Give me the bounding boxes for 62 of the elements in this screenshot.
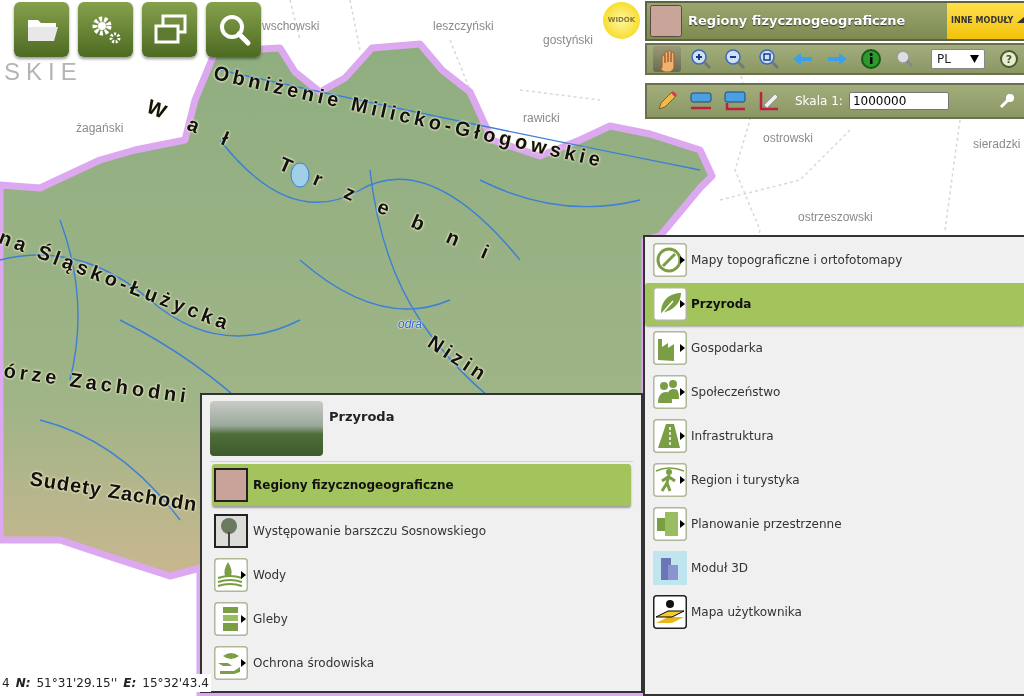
dropdown-arrow-icon [970, 55, 979, 63]
category-item[interactable]: Infrastruktura [645, 419, 1024, 453]
other-modules-button[interactable]: INNE MODUŁY [947, 3, 1024, 39]
layer-item[interactable]: Gleby [212, 602, 631, 636]
latitude-value: 51°31'29.15'' [36, 675, 118, 692]
county-label: leszczyński [433, 20, 494, 32]
province-label: SKIE [4, 60, 83, 84]
factory-icon [653, 331, 687, 365]
water-icon [214, 558, 248, 592]
zoom-out-icon [722, 46, 748, 72]
layer-item[interactable]: Występowanie barszczu Sosnowskiego [212, 514, 631, 548]
layers-icon [653, 595, 687, 629]
scale-field[interactable]: 1000000 [848, 92, 949, 110]
language-select[interactable]: PL [931, 49, 985, 69]
plant-thumbnail [214, 514, 248, 548]
county-label: ostrzeszowski [798, 211, 873, 223]
soil-icon [214, 602, 248, 636]
layer-title: Regiony fizycznogeograficzne [688, 12, 907, 31]
layer-item[interactable]: Wody [212, 558, 631, 592]
scale-label: Skala 1: [795, 93, 843, 110]
category-item[interactable]: Mapa użytkownika [645, 595, 1024, 629]
zoom-in-icon [688, 46, 714, 72]
county-label: żagański [76, 122, 124, 134]
key-icon[interactable] [999, 93, 1015, 109]
help-button[interactable]: ? [1000, 50, 1018, 68]
category-item[interactable]: Mapy topograficzne i ortofotomapy [645, 243, 1024, 277]
info-icon [858, 46, 884, 72]
longitude-label: E: [123, 675, 137, 692]
panel-title: Przyroda [329, 408, 395, 426]
river-label: odra [398, 318, 423, 330]
people-icon [653, 375, 687, 409]
caret-icon [1017, 17, 1024, 23]
windows-button[interactable] [142, 2, 197, 57]
category-item[interactable]: Region i turystyka [645, 463, 1024, 497]
category-item[interactable]: Społeczeństwo [645, 375, 1024, 409]
coordinate-text: 4 [2, 675, 10, 692]
hand-tool[interactable] [653, 46, 681, 72]
road-icon [653, 419, 687, 453]
hiker-icon [653, 463, 687, 497]
layer-item[interactable]: Regiony fizycznogeograficzne [212, 464, 631, 506]
blocks-icon [653, 551, 687, 585]
squares-icon [653, 507, 687, 541]
county-label: sieradzki [973, 138, 1021, 150]
map-thumbnail [214, 468, 248, 502]
latitude-label: N: [15, 675, 31, 692]
folder-button[interactable] [14, 2, 69, 57]
category-item[interactable]: Moduł 3D [645, 551, 1024, 585]
settings-button[interactable] [78, 2, 133, 57]
category-item[interactable]: Planowanie przestrzenne [645, 507, 1024, 541]
county-label: ostrowski [763, 132, 813, 144]
zoom-extent-icon [756, 46, 782, 72]
map-thumbnail [650, 5, 682, 37]
category-item[interactable]: Gospodarka [645, 331, 1024, 365]
longitude-value: 15°32'43.4 [142, 675, 209, 692]
region-label: órze Zachodni [2, 360, 192, 406]
leaf-icon [653, 287, 687, 321]
region-label: Sudety Zachodn [28, 468, 200, 515]
category-item[interactable]: Przyroda [645, 283, 1024, 325]
search-button[interactable] [206, 2, 261, 57]
county-label: gostyński [543, 34, 594, 46]
county-label: wschowski [262, 20, 320, 32]
layer-item[interactable]: Ochrona środowiska [212, 646, 631, 680]
